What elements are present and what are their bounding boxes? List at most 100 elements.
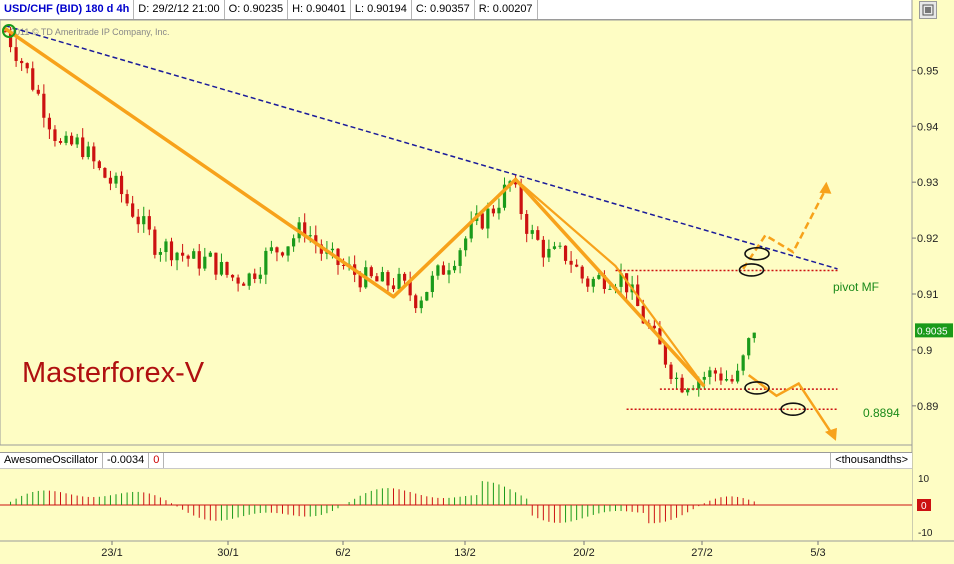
candle-body xyxy=(719,373,723,381)
candle-body xyxy=(164,241,168,253)
candle-body xyxy=(752,332,756,339)
oscillator-units: <thousandths> xyxy=(830,453,912,468)
candle-body xyxy=(214,252,218,275)
oscillator-value: -0.0034 xyxy=(103,453,150,468)
candle-body xyxy=(674,377,679,379)
candle-body xyxy=(208,252,212,257)
forecast-up-path xyxy=(742,187,828,270)
candle-body xyxy=(53,129,57,142)
x-tick-label: 20/2 xyxy=(573,547,594,559)
y-tick-label: 0.94 xyxy=(917,121,938,133)
candle-body xyxy=(724,379,729,381)
candle-body xyxy=(86,146,90,158)
watermark-text: Masterforex-V xyxy=(22,357,205,389)
candle-body xyxy=(358,274,362,288)
candle-body xyxy=(25,63,29,69)
x-tick-label: 23/1 xyxy=(101,547,122,559)
candle-body xyxy=(425,291,429,301)
candle-body xyxy=(486,208,490,229)
candle-body xyxy=(58,141,63,143)
candle-body xyxy=(375,276,379,282)
candle-body xyxy=(36,89,40,94)
candle-body xyxy=(452,265,457,271)
candle-body xyxy=(308,235,312,237)
candle-body xyxy=(186,255,190,259)
candle-body xyxy=(181,252,185,256)
candle-body xyxy=(264,250,268,275)
oscillator-header: AwesomeOscillator -0.0034 0 <thousandths… xyxy=(0,452,912,469)
chart-window: USD/CHF (BID) 180 d 4h D: 29/2/12 21:00 … xyxy=(0,0,954,564)
level-label: 0.8894 xyxy=(863,406,900,420)
oscillator-name[interactable]: AwesomeOscillator xyxy=(0,453,103,468)
x-tick-label: 6/2 xyxy=(335,547,350,559)
candle-body xyxy=(108,177,113,184)
candle-body xyxy=(225,262,229,275)
candle-body xyxy=(480,213,484,229)
candle-body xyxy=(580,266,584,279)
candle-body xyxy=(158,252,162,255)
candle-body xyxy=(64,135,68,143)
candle-body xyxy=(280,252,285,256)
forecast-up-arrowhead xyxy=(819,181,832,194)
candle-body xyxy=(136,216,140,225)
candle-body xyxy=(269,247,273,251)
candle-body xyxy=(391,285,396,290)
orange-zigzag-trendline xyxy=(4,26,706,388)
candle-body xyxy=(114,175,118,184)
candle-body xyxy=(258,274,262,279)
candle-body xyxy=(447,270,451,275)
candle-body xyxy=(219,262,224,275)
candle-body xyxy=(669,364,673,379)
candle-body xyxy=(230,274,235,278)
candle-body xyxy=(569,260,573,265)
candle-body xyxy=(608,288,612,290)
candle-body xyxy=(741,355,745,371)
osc-current-label: 0 xyxy=(921,501,927,512)
candle-body xyxy=(597,275,601,279)
candle-body xyxy=(563,245,568,261)
candle-body xyxy=(14,47,18,61)
candle-body xyxy=(536,230,540,240)
candle-body xyxy=(131,203,135,217)
candle-body xyxy=(153,229,157,255)
candle-body xyxy=(414,295,418,309)
candle-body xyxy=(591,278,595,287)
candle-body xyxy=(403,273,407,281)
forecast-down-arrowhead xyxy=(824,427,837,441)
candle-body xyxy=(330,248,335,251)
candle-body xyxy=(491,208,495,214)
candle-body xyxy=(736,370,740,382)
candle-body xyxy=(142,216,146,225)
x-tick-label: 30/1 xyxy=(217,547,238,559)
candle-body xyxy=(147,216,151,230)
resistance-trendline xyxy=(4,24,838,270)
candle-body xyxy=(275,247,279,253)
candle-body xyxy=(192,251,196,259)
candle-body xyxy=(680,377,684,393)
candle-body xyxy=(47,117,51,130)
copyright-text: 2011 © TD Ameritrade IP Company, Inc. xyxy=(10,27,170,37)
candle-body xyxy=(436,265,440,276)
candle-body xyxy=(525,213,529,234)
y-tick-label: 0.93 xyxy=(917,177,938,189)
candle-body xyxy=(575,264,579,267)
candle-body xyxy=(70,135,74,145)
candle-body xyxy=(125,194,129,204)
y-tick-label: 0.89 xyxy=(917,401,938,413)
price-chart[interactable]: 0.95 0.94 0.93 0.92 0.91 0.9 0.89 2011 © TD Ame… xyxy=(0,0,954,564)
candle-body xyxy=(441,265,446,275)
x-tick-label: 13/2 xyxy=(454,547,475,559)
osc-tick-high: 10 xyxy=(918,474,930,485)
candle-body xyxy=(552,246,557,249)
candle-body xyxy=(81,137,85,158)
oscillator-spacer xyxy=(164,453,830,468)
y-tick-label: 0.92 xyxy=(917,233,938,245)
candle-body xyxy=(586,278,590,287)
candle-body xyxy=(458,250,462,266)
y-tick-label: 0.9 xyxy=(917,345,932,357)
candle-body xyxy=(253,273,257,279)
candle-body xyxy=(20,60,24,64)
candle-body xyxy=(369,267,373,277)
candle-body xyxy=(92,146,96,162)
candle-body xyxy=(169,241,174,261)
